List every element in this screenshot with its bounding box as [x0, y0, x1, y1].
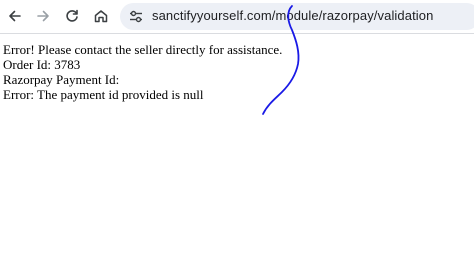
tune-icon[interactable] — [129, 10, 143, 23]
arrow-left-icon — [9, 10, 21, 22]
error-message: Error! Please contact the seller directl… — [3, 42, 283, 57]
handwritten-annotation — [262, 5, 300, 115]
arrow-right-icon — [37, 10, 49, 22]
forward-button[interactable] — [33, 6, 53, 26]
home-icon — [94, 10, 108, 23]
home-button[interactable] — [91, 6, 111, 26]
address-bar[interactable]: sanctifyyourself.com/module/razorpay/val… — [120, 3, 474, 30]
reload-button[interactable] — [62, 6, 82, 26]
order-id-line: Order Id: 3783 — [3, 57, 81, 72]
page-content: Error! Please contact the seller directl… — [3, 42, 282, 102]
browser-toolbar: sanctifyyourself.com/module/razorpay/val… — [0, 0, 474, 34]
reload-icon — [66, 9, 78, 22]
payment-id-line: Razorpay Payment Id: — [3, 72, 120, 87]
url-text[interactable]: sanctifyyourself.com/module/razorpay/val… — [152, 8, 433, 23]
error-detail-line: Error: The payment id provided is null — [3, 87, 204, 102]
back-button[interactable] — [5, 6, 25, 26]
